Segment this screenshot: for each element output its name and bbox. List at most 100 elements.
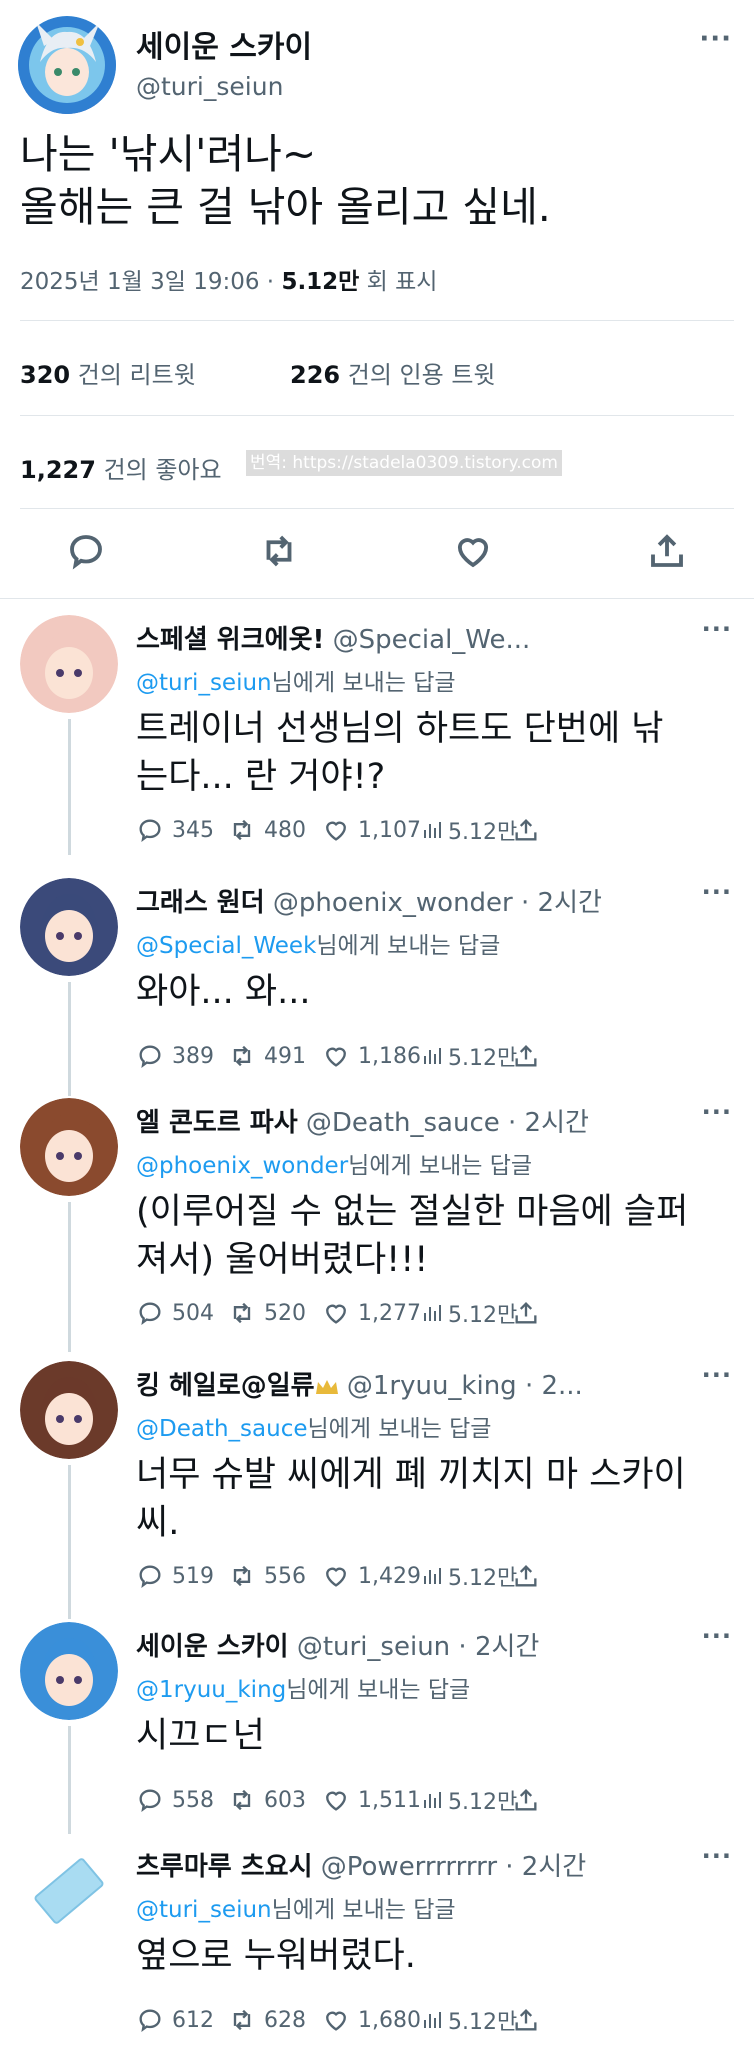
reply-header: 츠루마루 츠요시 @Powerrrrrrrr · 2시간 xyxy=(136,1846,696,1883)
share-button[interactable] xyxy=(512,1785,548,1815)
mention-link[interactable]: @Special_Week xyxy=(136,933,316,959)
reply-tweet[interactable]: 스페셜 위크에옷! @Special_We... ··· @turi_seiun… xyxy=(0,615,754,855)
handle[interactable]: @1ryuu_king · 2... xyxy=(347,1371,583,1401)
like-icon xyxy=(322,2006,358,2034)
more-options-icon[interactable]: ··· xyxy=(699,24,732,54)
retweet-button[interactable]: 603 xyxy=(228,1785,306,1815)
like-stat[interactable]: 1,227 건의 좋아요 xyxy=(20,450,222,485)
timestamp[interactable]: 2025년 1월 3일 19:06 · xyxy=(20,269,274,295)
like-button[interactable]: 1,511 xyxy=(322,1785,421,1815)
reply-icon[interactable] xyxy=(65,530,107,572)
mention-link[interactable]: @phoenix_wonder xyxy=(136,1153,348,1179)
reply-tweet[interactable]: 킹 헤일로@일류 @1ryuu_king · 2... ··· @Death_s… xyxy=(0,1361,754,1619)
retweet-button[interactable]: 480 xyxy=(228,815,306,845)
display-name[interactable]: 그래스 원더 xyxy=(136,888,265,918)
reply-header: 세이운 스카이 @turi_seiun · 2시간 xyxy=(136,1626,696,1663)
mention-link[interactable]: @Death_sauce xyxy=(136,1416,308,1442)
handle[interactable]: @turi_seiun xyxy=(297,1632,450,1662)
reply-button[interactable]: 558 xyxy=(136,1785,214,1815)
reply-tweet[interactable]: 세이운 스카이 @turi_seiun · 2시간 ··· @1ryuu_kin… xyxy=(0,1622,754,1834)
reply-tweet[interactable]: 그래스 원더 @phoenix_wonder · 2시간 ··· @Specia… xyxy=(0,878,754,1096)
more-options-icon[interactable]: ··· xyxy=(702,1842,732,1870)
more-options-icon[interactable]: ··· xyxy=(702,878,732,906)
retweet-count: 556 xyxy=(264,1563,306,1589)
like-button[interactable]: 1,429 xyxy=(322,1561,421,1591)
display-name[interactable]: 킹 헤일로@일류 xyxy=(136,1371,315,1401)
reply-text: 너무 슈발 씨에게 폐 끼치지 마 스카이 씨. xyxy=(136,1455,686,1543)
handle[interactable]: @turi_seiun xyxy=(136,72,283,101)
retweet-button[interactable]: 491 xyxy=(228,1041,306,1071)
handle[interactable]: @phoenix_wonder xyxy=(273,888,513,918)
share-button[interactable] xyxy=(512,1561,548,1591)
reply-tweet[interactable]: 엘 콘도르 파사 @Death_sauce · 2시간 ··· @phoenix… xyxy=(0,1098,754,1352)
like-button[interactable]: 1,107 xyxy=(322,815,421,845)
handle[interactable]: @Death_sauce xyxy=(306,1108,500,1138)
reply-to-line: @1ryuu_king님에게 보내는 답글 xyxy=(136,1670,470,1704)
avatar[interactable] xyxy=(18,16,116,114)
retweet-button[interactable]: 628 xyxy=(228,2005,306,2035)
avatar[interactable] xyxy=(20,1842,118,1940)
views-button[interactable]: 5.12만 xyxy=(420,1561,517,1591)
like-button[interactable]: 1,277 xyxy=(322,1298,421,1328)
display-name[interactable]: 엘 콘도르 파사 xyxy=(136,1108,298,1138)
like-icon xyxy=(322,1562,358,1590)
reply-tweet[interactable]: 츠루마루 츠요시 @Powerrrrrrrr · 2시간 ··· @turi_s… xyxy=(0,1842,754,2055)
views-button[interactable]: 5.12만 xyxy=(420,815,517,845)
reply-button[interactable]: 612 xyxy=(136,2005,214,2035)
more-options-icon[interactable]: ··· xyxy=(702,1622,732,1650)
views-button[interactable]: 5.12만 xyxy=(420,1298,517,1328)
more-options-icon[interactable]: ··· xyxy=(702,615,732,643)
avatar[interactable] xyxy=(20,878,118,976)
mention-link[interactable]: @1ryuu_king xyxy=(136,1677,286,1703)
like-button[interactable]: 1,680 xyxy=(322,2005,421,2035)
reply-icon xyxy=(136,1042,172,1070)
retweet-button[interactable]: 520 xyxy=(228,1298,306,1328)
mention-link[interactable]: @turi_seiun xyxy=(136,670,272,696)
more-options-icon[interactable]: ··· xyxy=(702,1098,732,1126)
reply-count: 345 xyxy=(172,817,214,843)
avatar[interactable] xyxy=(20,615,118,713)
thread-line xyxy=(68,982,71,1096)
handle[interactable]: @Powerrrrrrrr xyxy=(321,1852,497,1882)
avatar[interactable] xyxy=(20,1361,118,1459)
like-icon[interactable] xyxy=(452,530,494,572)
reply-text: 시끄ㄷ넌 xyxy=(136,1716,265,1756)
reply-icon xyxy=(136,1299,172,1327)
reply-to-line: @Special_Week님에게 보내는 답글 xyxy=(136,926,500,960)
share-button[interactable] xyxy=(512,1298,548,1328)
retweet-button[interactable]: 556 xyxy=(228,1561,306,1591)
reply-header: 스페셜 위크에옷! @Special_We... xyxy=(136,619,696,656)
share-button[interactable] xyxy=(512,2005,548,2035)
views-button[interactable]: 5.12만 xyxy=(420,1041,517,1071)
share-button[interactable] xyxy=(512,1041,548,1071)
reply-to-label: 님에게 보내는 답글 xyxy=(348,1153,533,1179)
reply-to-label: 님에게 보내는 답글 xyxy=(271,1897,456,1923)
reply-button[interactable]: 519 xyxy=(136,1561,214,1591)
retweet-stat[interactable]: 320 건의 리트윗 xyxy=(20,355,196,390)
handle[interactable]: @Special_We... xyxy=(333,625,531,655)
views-icon xyxy=(420,1301,448,1325)
display-name[interactable]: 세이운 스카이 xyxy=(136,22,312,66)
mention-link[interactable]: @turi_seiun xyxy=(136,1897,272,1923)
views-button[interactable]: 5.12만 xyxy=(420,2005,517,2035)
crown-icon xyxy=(315,1379,338,1394)
reply-button[interactable]: 345 xyxy=(136,815,214,845)
reply-button[interactable]: 504 xyxy=(136,1298,214,1328)
display-name[interactable]: 츠루마루 츠요시 xyxy=(136,1852,313,1882)
share-button[interactable] xyxy=(512,815,548,845)
more-options-icon[interactable]: ··· xyxy=(702,1361,732,1389)
views-icon xyxy=(420,1788,448,1812)
retweet-icon[interactable] xyxy=(258,530,300,572)
quote-stat[interactable]: 226 건의 인용 트윗 xyxy=(290,355,496,390)
reply-button[interactable]: 389 xyxy=(136,1041,214,1071)
retweet-icon xyxy=(228,1562,264,1590)
views-button[interactable]: 5.12만 xyxy=(420,1785,517,1815)
display-name[interactable]: 스페셜 위크에옷! xyxy=(136,625,324,655)
avatar[interactable] xyxy=(20,1098,118,1196)
share-icon xyxy=(512,1299,548,1327)
share-icon[interactable] xyxy=(646,530,688,572)
display-name[interactable]: 세이운 스카이 xyxy=(136,1632,289,1662)
avatar[interactable] xyxy=(20,1622,118,1720)
view-count: 5.12만 xyxy=(281,269,360,295)
like-button[interactable]: 1,186 xyxy=(322,1041,421,1071)
